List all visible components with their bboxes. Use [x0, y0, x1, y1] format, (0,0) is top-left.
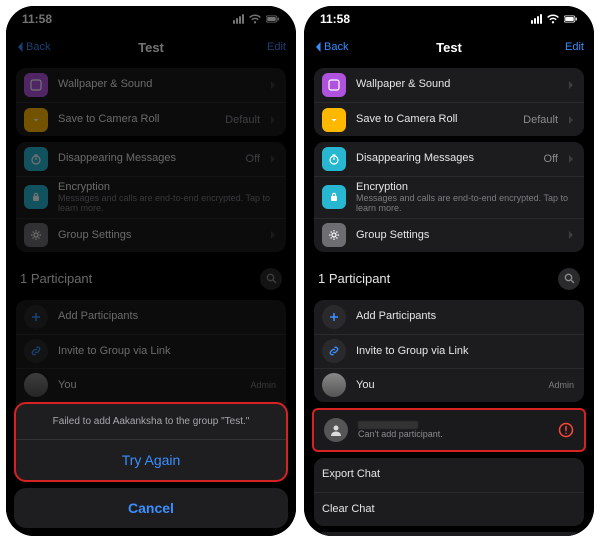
chevron-left-icon: [314, 41, 322, 53]
error-icon: [558, 422, 574, 438]
row-label: You: [356, 379, 538, 392]
nav-bar: Back Test Edit: [304, 32, 594, 62]
row-encryption[interactable]: Encryption Messages and calls are end-to…: [314, 176, 584, 218]
row-label: Add Participants: [356, 310, 574, 323]
gear-icon: [322, 223, 346, 247]
admin-badge: Admin: [548, 380, 574, 390]
screen: 11:58 Back Test Edit Wallpaper & Sound: [304, 6, 594, 536]
encryption-sub: Messages and calls are end-to-end encryp…: [356, 194, 574, 214]
row-label: Wallpaper & Sound: [356, 78, 558, 91]
redacted-name: [358, 421, 418, 429]
sheet-content-highlighted: Failed to add Aakanksha to the group "Te…: [14, 402, 288, 482]
avatar: [324, 418, 348, 442]
edit-button[interactable]: Edit: [565, 41, 584, 53]
participants-search-button[interactable]: [558, 268, 580, 290]
timer-icon: [322, 147, 346, 171]
try-again-button[interactable]: Try Again: [16, 439, 286, 480]
participant-you[interactable]: You Admin: [314, 368, 584, 402]
phone-right: 11:58 Back Test Edit Wallpaper & Sound: [304, 6, 594, 536]
chevron-right-icon: [568, 230, 574, 240]
chevron-right-icon: [568, 154, 574, 164]
row-label: Export Chat: [322, 468, 574, 481]
actions-group-1: Export Chat Clear Chat: [314, 458, 584, 526]
search-icon: [564, 273, 575, 284]
phone-left: 11:58 Back Test Edit Wallpaper & Sound: [6, 6, 296, 536]
row-clear-chat[interactable]: Clear Chat: [314, 492, 584, 526]
row-label: Clear Chat: [322, 503, 574, 516]
camera-roll-icon: [322, 108, 346, 132]
participants-group: Add Participants Invite to Group via Lin…: [314, 300, 584, 402]
settings-group-2: Disappearing Messages Off Encryption Mes…: [314, 142, 584, 252]
row-wallpaper[interactable]: Wallpaper & Sound: [314, 68, 584, 102]
wifi-icon: [546, 14, 560, 24]
status-bar: 11:58: [304, 6, 594, 32]
row-detail: Default: [523, 114, 558, 126]
link-icon: [322, 339, 346, 363]
participants-header: 1 Participant: [304, 258, 594, 294]
row-detail: Off: [544, 153, 558, 165]
status-indicators: [531, 14, 578, 24]
settings-group-1: Wallpaper & Sound Save to Camera Roll De…: [314, 68, 584, 136]
wallpaper-icon: [322, 73, 346, 97]
row-label: Invite to Group via Link: [356, 345, 574, 358]
row-label: Group Settings: [356, 229, 558, 242]
lock-icon: [322, 185, 346, 209]
chevron-right-icon: [568, 115, 574, 125]
avatar: [322, 373, 346, 397]
row-camera-roll[interactable]: Save to Camera Roll Default: [314, 102, 584, 136]
chevron-right-icon: [568, 80, 574, 90]
row-group-settings[interactable]: Group Settings: [314, 218, 584, 252]
battery-icon: [564, 14, 578, 24]
row-label: Disappearing Messages: [356, 152, 534, 165]
sheet-message: Failed to add Aakanksha to the group "Te…: [16, 404, 286, 439]
back-label: Back: [324, 41, 348, 53]
signal-icon: [531, 14, 542, 24]
row-export-chat[interactable]: Export Chat: [314, 458, 584, 492]
row-add-participants[interactable]: Add Participants: [314, 300, 584, 334]
back-button[interactable]: Back: [314, 41, 348, 53]
screen: 11:58 Back Test Edit Wallpaper & Sound: [6, 6, 296, 536]
row-disappearing[interactable]: Disappearing Messages Off: [314, 142, 584, 176]
row-label: Encryption Messages and calls are end-to…: [356, 181, 574, 214]
plus-icon: [322, 305, 346, 329]
row-exit-group[interactable]: Exit Group: [314, 532, 584, 536]
error-message: Can't add participant.: [358, 429, 548, 439]
participants-count: 1 Participant: [318, 271, 390, 286]
participant-error-row[interactable]: Can't add participant.: [312, 408, 586, 452]
row-invite-link[interactable]: Invite to Group via Link: [314, 334, 584, 368]
actions-group-2: Exit Group Report Group: [314, 532, 584, 536]
status-time: 11:58: [320, 12, 350, 26]
row-label: Save to Camera Roll: [356, 113, 513, 126]
cancel-button[interactable]: Cancel: [14, 488, 288, 528]
error-text-block: Can't add participant.: [358, 421, 548, 439]
action-sheet: Failed to add Aakanksha to the group "Te…: [14, 402, 288, 528]
